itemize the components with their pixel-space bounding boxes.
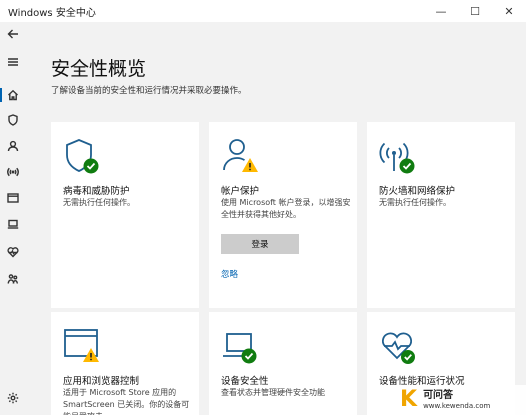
heart-pulse-icon	[381, 332, 415, 364]
tile-title: 病毒和威胁防护	[63, 186, 130, 197]
sign-in-button[interactable]: 登录	[221, 234, 299, 254]
watermark-name: 可问答	[423, 389, 454, 401]
dismiss-link[interactable]: 忽略	[221, 268, 238, 280]
minimize-button[interactable]: —	[424, 0, 458, 22]
tile-device-security[interactable]: 设备安全性 查看状态并管理硬件安全功能	[209, 312, 357, 415]
left-nav	[0, 22, 26, 415]
main-content: 安全性概览 了解设备当前的安全性和运行情况并采取必要操作。 病毒和威胁防护 无需…	[26, 22, 526, 415]
tile-title: 应用和浏览器控制	[63, 376, 140, 387]
watermark-letter: K	[400, 387, 418, 412]
watermark-url: www.kewenda.com	[423, 401, 491, 410]
nav-item-virus-protection[interactable]	[0, 108, 26, 132]
browser-warning-icon	[64, 329, 99, 362]
tile-account-protection[interactable]: 帐户保护 使用 Microsoft 帐户登录，以增强安全性并获得其他好处。 登录…	[209, 122, 357, 308]
tile-desc: 使用 Microsoft 帐户登录，以增强安全性并获得其他好处。	[221, 198, 351, 219]
nav-item-firewall[interactable]	[0, 160, 26, 184]
family-icon	[7, 274, 18, 284]
tile-title: 防火墙和网络保护	[379, 186, 456, 197]
home-icon	[8, 89, 18, 101]
security-center-window: Windows 安全中心 — ☐ ✕ 安全性概览 了解设备当前的安全性和运行情况…	[0, 0, 526, 415]
tile-desc: 无需执行任何操作。	[63, 198, 135, 207]
tile-app-browser[interactable]: 应用和浏览器控制 适用于 Microsoft Store 应用的 SmartSc…	[51, 312, 199, 415]
nav-item-settings[interactable]	[0, 386, 26, 410]
tile-desc: 查看状态并管理硬件安全功能	[221, 388, 325, 397]
tile-desc: 无需执行任何操作。	[379, 198, 451, 207]
browser-window-icon	[7, 193, 19, 203]
maximize-button[interactable]: ☐	[458, 0, 492, 22]
nav-item-family[interactable]	[0, 267, 26, 291]
page-title: 安全性概览	[51, 58, 147, 80]
back-arrow-icon	[7, 29, 18, 39]
wireless-check-icon	[379, 142, 415, 174]
nav-item-device-health[interactable]	[0, 240, 26, 264]
tile-virus-protection[interactable]: 病毒和威胁防护 无需执行任何操作。	[51, 122, 199, 308]
wireless-icon	[7, 167, 19, 177]
window-controls: — ☐ ✕	[424, 0, 526, 22]
title-bar: Windows 安全中心 — ☐ ✕	[0, 0, 526, 22]
gear-icon	[7, 392, 19, 404]
person-icon	[7, 140, 19, 152]
nav-item-device-security[interactable]	[0, 212, 26, 236]
back-button[interactable]	[0, 22, 26, 46]
shield-icon	[8, 114, 18, 126]
menu-button[interactable]	[0, 50, 26, 74]
nav-item-account[interactable]	[0, 134, 26, 158]
person-warning-icon	[223, 139, 258, 172]
hamburger-menu-icon	[8, 58, 18, 66]
page-subtitle: 了解设备当前的安全性和运行情况并采取必要操作。	[51, 86, 247, 96]
watermark: K 可问答 www.kewenda.com	[394, 385, 526, 415]
laptop-icon	[7, 219, 19, 229]
close-button[interactable]: ✕	[492, 0, 526, 22]
tile-title: 设备安全性	[221, 376, 269, 387]
watermark-logo: K	[400, 389, 417, 411]
laptop-check-icon	[223, 333, 257, 364]
watermark-text: 可问答 www.kewenda.com	[423, 390, 490, 411]
nav-item-home[interactable]	[0, 83, 26, 107]
window-title: Windows 安全中心	[8, 7, 96, 19]
shield-check-icon	[66, 139, 99, 174]
tile-title: 帐户保护	[221, 186, 260, 197]
heart-icon	[7, 247, 19, 258]
tile-firewall[interactable]: 防火墙和网络保护 无需执行任何操作。	[367, 122, 515, 308]
tile-desc: 适用于 Microsoft Store 应用的 SmartScreen 已关闭。…	[63, 388, 190, 415]
nav-item-app-browser[interactable]	[0, 186, 26, 210]
